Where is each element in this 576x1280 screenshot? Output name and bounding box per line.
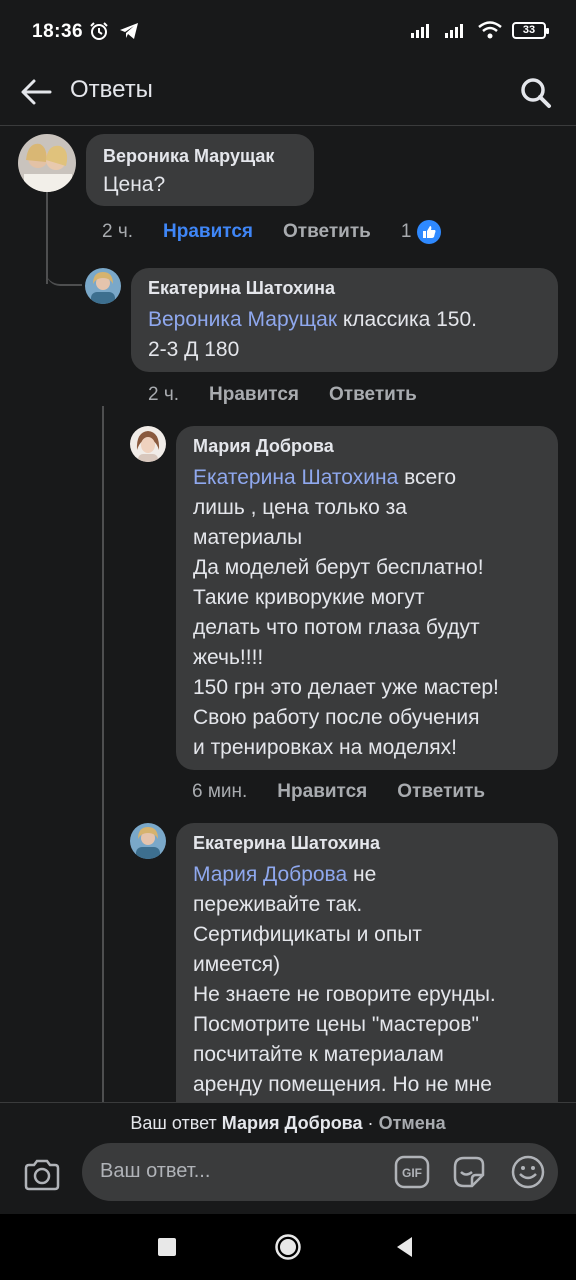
comment-actions: 6 мин. Нравится Ответить	[192, 781, 515, 803]
home-circle-icon[interactable]	[274, 1233, 302, 1261]
reply-button[interactable]: Ответить	[329, 384, 417, 406]
emoji-icon[interactable]	[510, 1154, 546, 1190]
svg-text:GIF: GIF	[402, 1166, 422, 1180]
like-button[interactable]: Нравится	[209, 384, 299, 406]
comment-author[interactable]: Вероника Марущак	[103, 146, 298, 167]
arrow-left-icon[interactable]	[16, 72, 56, 112]
reply-button[interactable]: Ответить	[283, 221, 371, 243]
status-bar: 18:36 33	[0, 0, 576, 64]
reply-context: Ваш ответ Мария Доброва · Отмена	[0, 1113, 576, 1134]
reply-separator: ·	[367, 1113, 374, 1133]
comment-bubble[interactable]: Екатерина Шатохина Мария Доброва не пере…	[176, 823, 558, 1102]
reply-target-name: Мария Доброва	[221, 1113, 363, 1133]
like-button[interactable]: Нравится	[277, 781, 367, 803]
system-nav-bar	[0, 1214, 576, 1280]
comment-author[interactable]: Мария Доброва	[193, 436, 542, 457]
comment-time: 2 ч.	[148, 384, 180, 405]
signal-icon	[445, 24, 463, 38]
avatar[interactable]	[130, 426, 166, 462]
comment-time: 6 мин.	[192, 781, 248, 802]
signal-icon	[411, 24, 429, 38]
thumbs-up-icon	[417, 220, 442, 244]
comment-actions: 2 ч. Нравится Ответить	[148, 384, 447, 406]
comment-bubble[interactable]: Екатерина Шатохина Вероника Марущак клас…	[131, 268, 558, 372]
page-title: Ответы	[70, 76, 153, 103]
mention-link[interactable]: Вероника Марущак	[148, 308, 337, 331]
reaction-count: 1	[400, 221, 412, 242]
wifi-icon	[478, 21, 502, 39]
comment-text: Екатерина Шатохина всего лишь , цена тол…	[193, 463, 542, 763]
comment-bubble[interactable]: Мария Доброва Екатерина Шатохина всего л…	[176, 426, 558, 770]
comment-bubble[interactable]: Вероника Марущак Цена?	[86, 134, 314, 206]
like-button[interactable]: Нравится	[163, 221, 253, 243]
status-time: 18:36	[32, 21, 84, 42]
comment-time: 2 ч.	[102, 221, 134, 242]
comment-thread: Вероника Марущак Цена? 2 ч. Нравится Отв…	[0, 126, 576, 1102]
reaction-summary[interactable]: 1	[401, 220, 442, 244]
comment-author[interactable]: Екатерина Шатохина	[193, 833, 542, 854]
reply-button[interactable]: Ответить	[397, 781, 485, 803]
comment-body: не переживайте так. Сертифицикаты и опыт…	[193, 863, 496, 1096]
comment-author[interactable]: Екатерина Шатохина	[148, 278, 542, 299]
comment-text: Вероника Марущак классика 150. 2-3 Д 180	[148, 305, 542, 365]
reply-input[interactable]: Ваш ответ... GIF	[82, 1143, 558, 1201]
thread-connector	[102, 406, 104, 1102]
recents-square-icon[interactable]	[158, 1238, 176, 1256]
reply-bar: Ваш ответ Мария Доброва · Отмена Ваш отв…	[0, 1102, 576, 1214]
reply-placeholder: Ваш ответ...	[100, 1160, 211, 1182]
gif-icon[interactable]: GIF	[394, 1154, 430, 1190]
comment-actions: 2 ч. Нравится Ответить 1	[102, 220, 442, 244]
comment-body: всего лишь , цена только за материалы Да…	[193, 466, 499, 759]
cancel-reply-button[interactable]: Отмена	[379, 1113, 446, 1133]
battery-icon: 33	[512, 21, 549, 39]
camera-icon[interactable]	[22, 1155, 62, 1195]
mention-link[interactable]: Мария Доброва	[193, 863, 347, 886]
search-icon[interactable]	[518, 72, 554, 112]
reply-prefix: Ваш ответ	[130, 1113, 217, 1133]
thread-connector	[46, 250, 82, 286]
alarm-icon	[90, 22, 108, 40]
sticker-icon[interactable]	[450, 1153, 488, 1191]
avatar[interactable]	[85, 268, 121, 304]
app-header: Ответы	[0, 64, 576, 126]
comment-text: Мария Доброва не переживайте так. Сертиф…	[193, 860, 542, 1100]
avatar[interactable]	[18, 134, 76, 192]
comment-text: Цена?	[103, 173, 166, 196]
back-triangle-icon[interactable]	[394, 1235, 414, 1259]
telegram-icon	[120, 23, 138, 39]
mention-link[interactable]: Екатерина Шатохина	[193, 466, 398, 489]
avatar[interactable]	[130, 823, 166, 859]
